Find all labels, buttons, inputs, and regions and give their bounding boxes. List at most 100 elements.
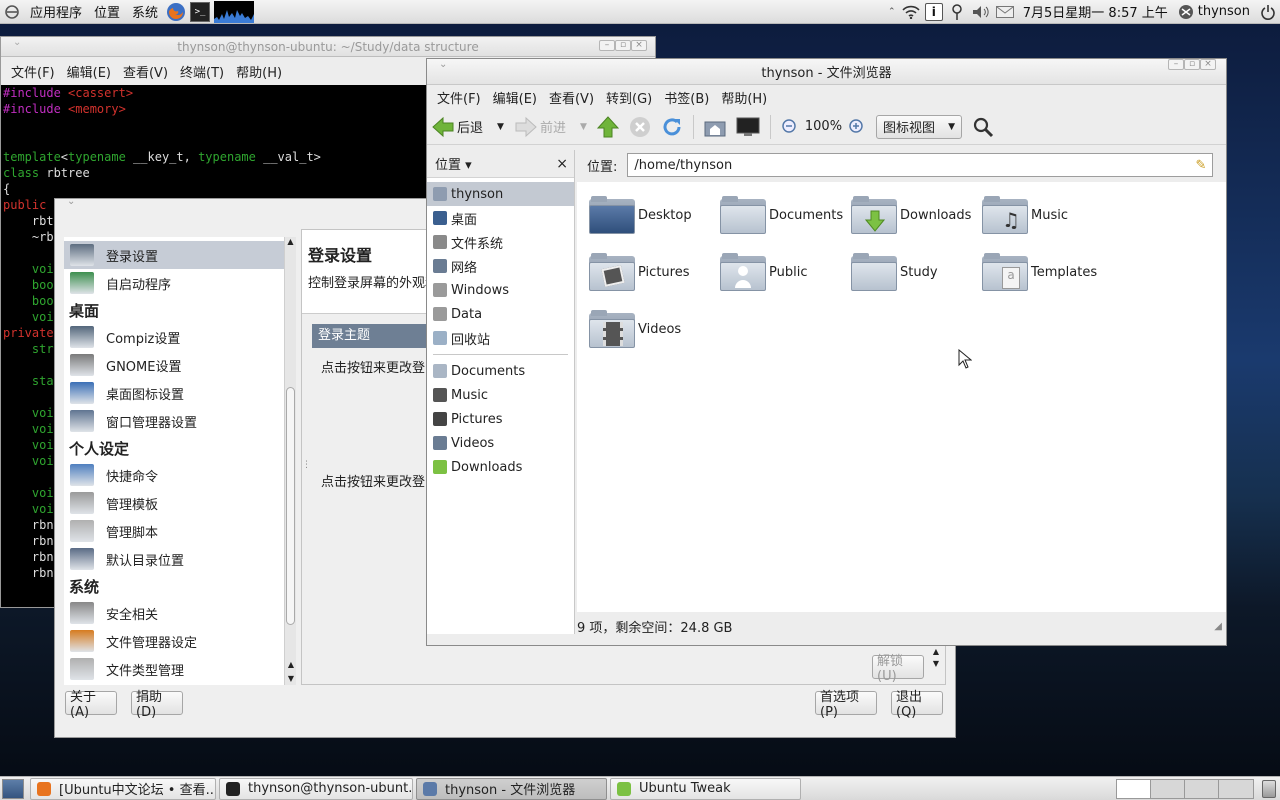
sidebar-place[interactable]: Music	[427, 383, 574, 407]
location-input[interactable]: /home/thynson ✎	[627, 153, 1214, 177]
applications-menu[interactable]: 应用程序	[24, 2, 88, 21]
close-icon[interactable]: ×	[1200, 59, 1216, 70]
system-monitor-icon[interactable]	[214, 0, 255, 23]
up-button[interactable]	[596, 115, 619, 138]
maximize-icon[interactable]: ▫	[1184, 59, 1200, 70]
mail-icon[interactable]	[995, 2, 1015, 22]
taskbar-button[interactable]: Ubuntu Tweak	[610, 777, 801, 800]
sidebar-place[interactable]: Windows	[427, 278, 574, 302]
sidebar-place[interactable]: 文件系统	[427, 230, 574, 254]
folder-item[interactable]: Public	[720, 253, 807, 291]
tweak-item[interactable]: 默认目录位置	[64, 545, 294, 573]
trash-icon[interactable]	[1262, 779, 1276, 798]
clear-broom-icon[interactable]: ✎	[1195, 158, 1206, 173]
fb-menu-item[interactable]: 编辑(E)	[487, 88, 543, 107]
back-button[interactable]: 后退 ▼	[431, 116, 504, 138]
scroll-up-icon[interactable]: ▲	[285, 237, 296, 246]
workspace-switcher[interactable]	[1116, 778, 1254, 799]
search-button[interactable]	[972, 116, 994, 138]
window-menu-icon[interactable]: ⌄	[67, 196, 75, 207]
fb-menu-item[interactable]: 文件(F)	[431, 88, 487, 107]
tweak-item[interactable]: 安全相关	[64, 599, 294, 627]
folder-item[interactable]: a Templates	[982, 253, 1097, 291]
ubuntu-logo-icon[interactable]	[2, 2, 22, 22]
sidebar-place[interactable]: 回收站	[427, 326, 574, 350]
sidebar-place[interactable]: Pictures	[427, 407, 574, 431]
sidebar-place[interactable]: Videos	[427, 431, 574, 455]
clock[interactable]: 7月5日星期一 8:57 上午	[1017, 2, 1174, 21]
window-menu-icon[interactable]: ⌄	[439, 59, 447, 70]
info-icon[interactable]: i	[924, 2, 943, 21]
fb-menu-item[interactable]: 转到(G)	[600, 88, 658, 107]
folder-item[interactable]: Study	[851, 253, 938, 291]
home-button[interactable]	[704, 117, 726, 137]
about-button[interactable]: 关于(A)	[65, 690, 117, 720]
close-sidebar-icon[interactable]: ×	[556, 156, 568, 172]
terminal-titlebar[interactable]: ⌄ thynson@thynson-ubuntu: ~/Study/data s…	[1, 37, 655, 57]
forward-button[interactable]: 前进 ▼	[514, 116, 587, 138]
sidebar-place[interactable]: 桌面	[427, 206, 574, 230]
folder-item[interactable]: Downloads	[851, 196, 971, 234]
forward-history-icon[interactable]: ▼	[580, 122, 587, 132]
show-desktop-icon[interactable]	[2, 778, 24, 799]
taskbar-button[interactable]: thynson - 文件浏览器	[416, 777, 607, 800]
folder-item[interactable]: Pictures	[589, 253, 689, 291]
firefox-icon[interactable]	[166, 2, 186, 22]
folder-item[interactable]: Desktop	[589, 196, 692, 234]
folder-item[interactable]: Videos	[589, 310, 681, 348]
folder-item[interactable]: ♫ Music	[982, 196, 1068, 234]
volume-icon[interactable]	[971, 2, 991, 22]
tweak-category-list[interactable]: 登录设置 自启动程序 桌面 Compiz设置 GNOME设置 桌面图标设置 窗口管理器设置个…	[64, 237, 294, 685]
bluetooth-icon[interactable]	[947, 2, 967, 22]
sidebar-place[interactable]: thynson	[427, 182, 574, 206]
back-history-icon[interactable]: ▼	[497, 122, 504, 132]
folder-item[interactable]: Documents	[720, 196, 843, 234]
tweak-item[interactable]: 快捷命令	[64, 461, 294, 489]
tweak-item[interactable]: 登录设置	[64, 241, 294, 269]
sidebar-place[interactable]: Documents	[427, 359, 574, 383]
sidebar-place[interactable]: Data	[427, 302, 574, 326]
sidebar-place[interactable]: 网络	[427, 254, 574, 278]
power-icon[interactable]	[1258, 2, 1278, 22]
terminal-menu-item[interactable]: 帮助(H)	[230, 62, 288, 81]
network-wifi-icon[interactable]	[901, 2, 921, 22]
minimize-icon[interactable]: –	[599, 40, 615, 51]
reload-button[interactable]	[661, 116, 683, 138]
tweak-item[interactable]: 文件类型管理	[64, 655, 294, 683]
terminal-menu-item[interactable]: 文件(F)	[5, 62, 61, 81]
splitter-handle[interactable]: ⋮	[302, 460, 311, 470]
terminal-icon[interactable]: >_	[190, 1, 211, 22]
fb-menu-item[interactable]: 查看(V)	[543, 88, 600, 107]
user-name[interactable]: thynson	[1198, 4, 1256, 19]
fb-menu-item[interactable]: 书签(B)	[658, 88, 715, 107]
file-browser-window[interactable]: ⌄ thynson - 文件浏览器 – ▫ × 文件(F) 编辑(E) 查看(V) 转到(…	[426, 58, 1227, 646]
tweak-item[interactable]: 管理模板	[64, 489, 294, 517]
sidebar-header[interactable]: 位置 ▾	[435, 154, 472, 173]
minimize-icon[interactable]: –	[1168, 59, 1184, 70]
file-icon-view[interactable]: Desktop Documents Downloads ♫ Music Pictures P…	[577, 182, 1226, 612]
stop-button[interactable]	[629, 116, 651, 138]
tweak-item[interactable]: GNOME设置	[64, 351, 294, 379]
file-browser-titlebar[interactable]: ⌄ thynson - 文件浏览器 – ▫ ×	[427, 59, 1226, 85]
unlock-button[interactable]: 解锁(U)	[872, 654, 924, 684]
taskbar-button[interactable]: thynson@thynson-ubunt...	[219, 777, 413, 800]
quit-button[interactable]: 退出(Q)	[891, 690, 943, 720]
terminal-menu-item[interactable]: 编辑(E)	[61, 62, 117, 81]
terminal-menu-item[interactable]: 查看(V)	[117, 62, 174, 81]
zoom-in-button[interactable]	[848, 118, 866, 136]
tweak-item[interactable]: 桌面图标设置	[64, 379, 294, 407]
maximize-icon[interactable]: ▫	[615, 40, 631, 51]
window-menu-icon[interactable]: ⌄	[13, 37, 21, 48]
tweak-item[interactable]: 管理脚本	[64, 517, 294, 545]
tweak-item[interactable]: 窗口管理器设置	[64, 407, 294, 435]
terminal-menu-item[interactable]: 终端(T)	[174, 62, 230, 81]
fb-menu-item[interactable]: 帮助(H)	[715, 88, 773, 107]
arrow-up-icon[interactable]: ⌃	[887, 2, 897, 22]
view-mode-select[interactable]: 图标视图 ▼	[876, 114, 963, 139]
tweak-item[interactable]: 文件管理器设定	[64, 627, 294, 655]
sidebar-place[interactable]: Downloads	[427, 455, 574, 479]
scroll-thumb[interactable]	[286, 387, 295, 625]
tweak-scrollbar[interactable]: ▲ ▲ ▼	[284, 237, 296, 685]
scroll-up-icon-bottom[interactable]: ▲	[285, 660, 297, 669]
close-icon[interactable]: ×	[631, 40, 647, 51]
